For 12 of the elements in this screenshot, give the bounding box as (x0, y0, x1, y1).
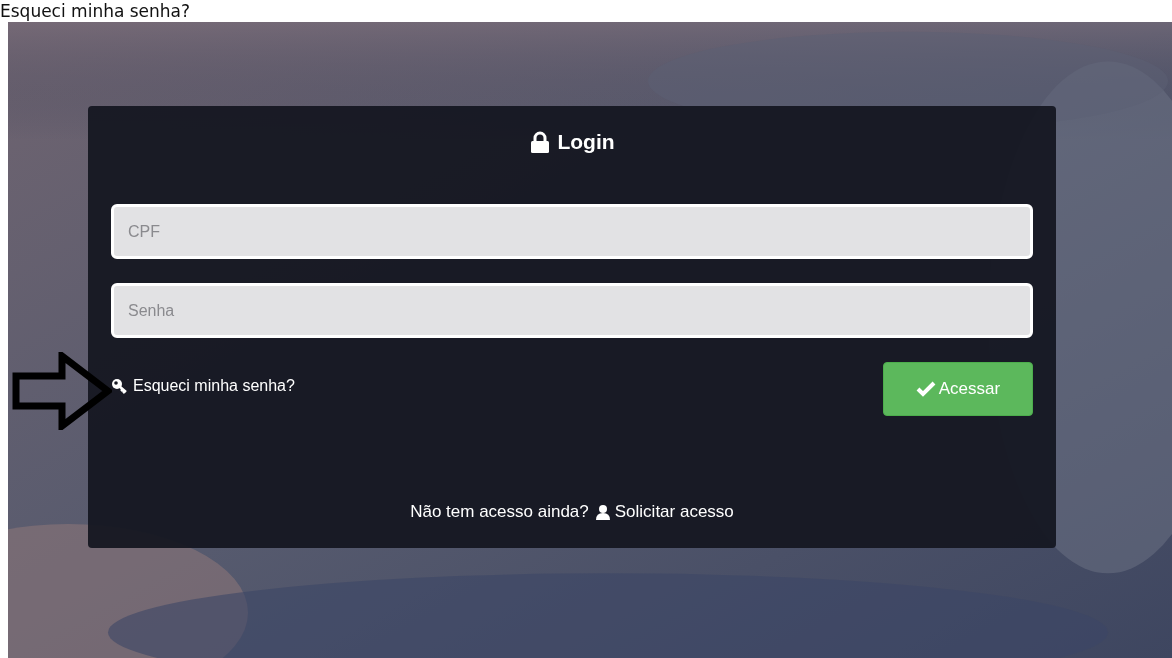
input-field[interactable]: CPF (111, 204, 1033, 259)
input-field[interactable]: Senha (111, 283, 1033, 338)
user-icon (594, 504, 611, 520)
forgot-password-link[interactable]: Esqueci minha senha? (111, 377, 295, 395)
arrow-icon (12, 352, 112, 430)
caption-text: Esqueci minha senha? (0, 1, 191, 21)
check-icon (915, 381, 936, 397)
key-icon (111, 378, 129, 394)
footer-text: Não tem acesso ainda? (410, 502, 589, 522)
request-access-link[interactable]: Solicitar acesso (594, 502, 734, 522)
lock-icon (529, 131, 552, 153)
login-title: Login (557, 130, 615, 154)
